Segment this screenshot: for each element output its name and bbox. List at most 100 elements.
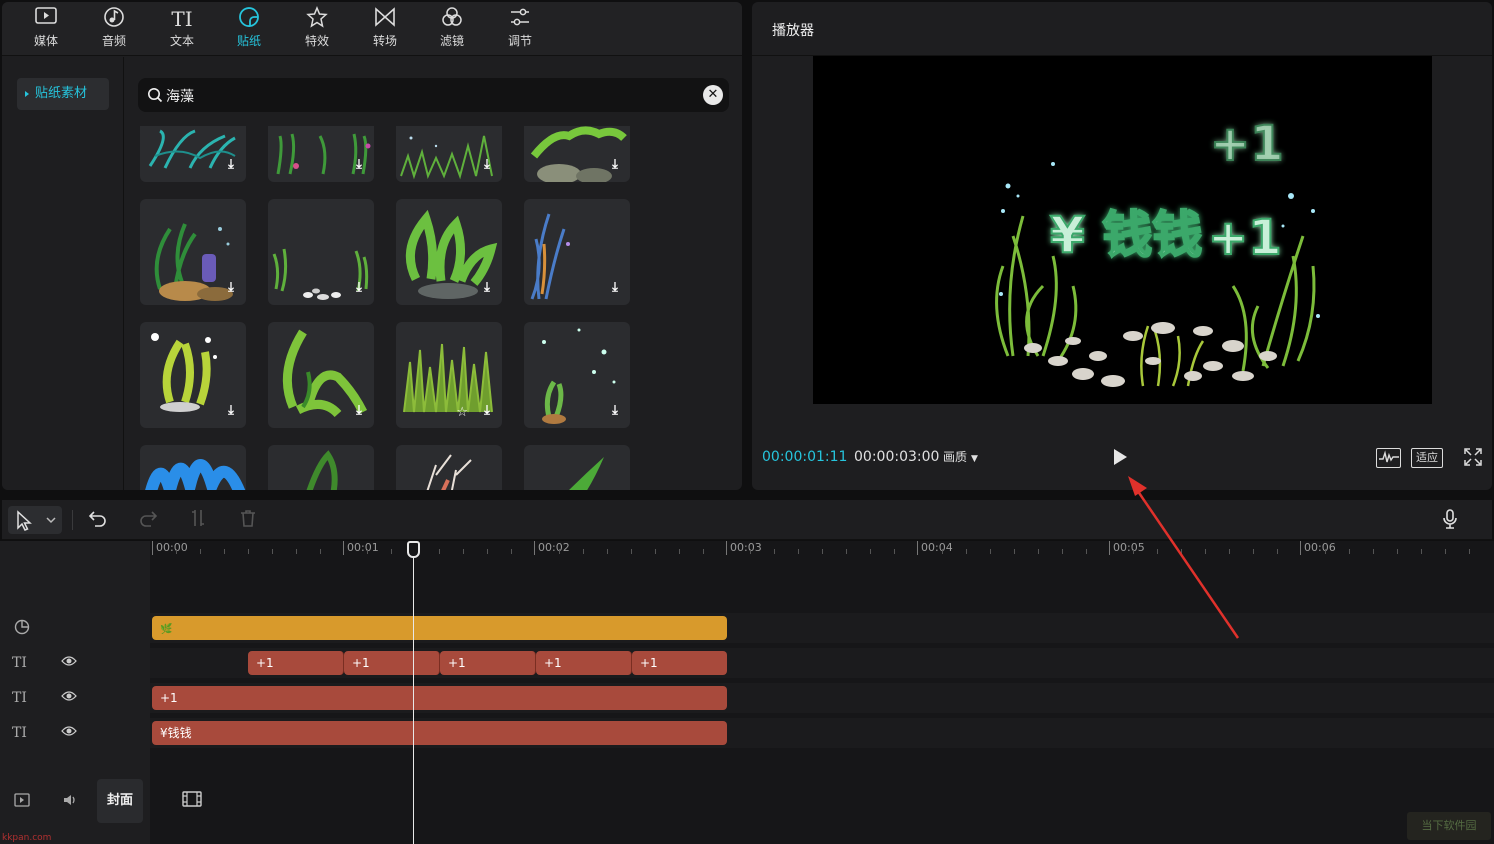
sidebar-item-label: 贴纸素材 <box>35 86 88 101</box>
text-clip[interactable]: +1 <box>248 651 344 675</box>
ruler-minor-tick <box>965 549 967 554</box>
sticker-thumbnail[interactable] <box>524 445 630 490</box>
filter-icon <box>422 6 482 32</box>
playhead[interactable] <box>413 556 414 844</box>
search-input-value[interactable]: 海藻 <box>166 86 194 106</box>
clear-search-icon[interactable]: ✕ <box>703 85 723 105</box>
select-tool[interactable] <box>8 506 62 534</box>
ruler-minor-tick <box>1205 549 1207 554</box>
eye-icon[interactable] <box>61 725 77 741</box>
fit-button[interactable]: 适应 <box>1411 448 1443 468</box>
ruler-minor-tick <box>822 549 824 554</box>
download-icon[interactable]: ⤓ <box>352 404 366 420</box>
text-clip[interactable]: +1 <box>344 651 440 675</box>
ruler-tick <box>534 541 535 555</box>
sticker-thumbnail[interactable]: ⤓ <box>268 126 374 182</box>
preview-canvas[interactable]: ¥ 钱钱 +1 +1 <box>813 56 1432 404</box>
tab-text[interactable]: TI 文本 <box>152 6 212 54</box>
sticker-icon <box>219 6 279 32</box>
ruler-minor-tick <box>989 549 991 554</box>
text-track: ¥钱钱 <box>150 718 1494 748</box>
asset-toolbar: 媒体 音频 TI 文本 贴纸 特效 转场 滤镜 调节 <box>2 2 742 56</box>
fullscreen-button[interactable] <box>1463 448 1483 468</box>
tab-adjust[interactable]: 调节 <box>490 6 550 54</box>
download-icon[interactable]: ⤓ <box>480 158 494 174</box>
watermark-logo: 当下软件园 <box>1407 812 1491 840</box>
download-icon[interactable]: ⤓ <box>608 158 622 174</box>
total-time: 00:00:03:00 <box>854 449 940 465</box>
sticker-thumbnail[interactable]: ⤓ <box>524 322 630 428</box>
sticker-thumbnail[interactable]: ⤓ <box>524 199 630 305</box>
sticker-thumbnail[interactable]: ⤓ <box>524 126 630 182</box>
sidebar-item-sticker-assets[interactable]: 贴纸素材 <box>17 78 109 110</box>
download-icon[interactable]: ⤓ <box>352 281 366 297</box>
sticker-thumbnail[interactable]: ⤓ <box>140 199 246 305</box>
tab-sticker[interactable]: 贴纸 <box>219 6 279 54</box>
ruler-minor-tick <box>1420 549 1422 554</box>
text-clip[interactable]: +1 <box>536 651 632 675</box>
ruler-minor-tick <box>391 549 393 554</box>
search-input[interactable]: 海藻 ✕ <box>138 78 729 112</box>
text-clip[interactable]: +1 <box>440 651 536 675</box>
text-clip[interactable]: +1 <box>632 651 727 675</box>
sticker-sidebar: 贴纸素材 <box>2 57 124 490</box>
eye-icon[interactable] <box>61 690 77 706</box>
tab-filter[interactable]: 滤镜 <box>422 6 482 54</box>
download-icon[interactable]: ⤓ <box>480 281 494 297</box>
eye-icon[interactable] <box>61 655 77 671</box>
favorite-icon[interactable]: ☆ <box>456 406 468 420</box>
download-icon[interactable]: ⤓ <box>224 158 238 174</box>
clip-label: 🌿 <box>160 624 173 635</box>
text-track: +1 <box>150 683 1494 713</box>
download-icon[interactable]: ⤓ <box>480 404 494 420</box>
sticker-thumbnail[interactable] <box>140 445 246 490</box>
waveform-button[interactable] <box>1376 448 1401 468</box>
text-clip[interactable]: +1 <box>152 686 727 710</box>
download-icon[interactable]: ⤓ <box>608 281 622 297</box>
delete-button[interactable] <box>236 508 260 532</box>
sticker-thumbnail[interactable]: ⤓ <box>268 322 374 428</box>
sticker-thumbnail[interactable]: ☆ ⤓ <box>396 322 502 428</box>
sticker-thumbnail[interactable] <box>268 445 374 490</box>
text-icon: TI <box>171 7 193 31</box>
download-icon[interactable]: ⤓ <box>608 404 622 420</box>
ruler-tick <box>1300 541 1301 555</box>
tab-sticker-label: 贴纸 <box>236 34 261 48</box>
text-clip[interactable]: ¥钱钱 <box>152 721 727 745</box>
tab-audio[interactable]: 音频 <box>84 6 144 54</box>
sticker-track-icon <box>14 619 30 639</box>
split-button[interactable] <box>186 508 210 532</box>
sticker-thumbnail[interactable]: ⤓ <box>268 199 374 305</box>
film-icon[interactable] <box>182 791 202 811</box>
ruler-tick <box>1109 541 1110 555</box>
redo-button[interactable] <box>136 508 160 532</box>
sticker-thumbnail[interactable]: ⤓ <box>140 322 246 428</box>
playhead-handle[interactable] <box>407 541 420 558</box>
quality-dropdown[interactable]: 画质 ▼ <box>943 448 978 465</box>
sticker-thumbnail[interactable]: ⤓ <box>140 126 246 182</box>
download-icon[interactable]: ⤓ <box>352 158 366 174</box>
sticker-thumbnail[interactable] <box>396 445 502 490</box>
download-icon[interactable]: ⤓ <box>224 404 238 420</box>
download-icon[interactable]: ⤓ <box>224 281 238 297</box>
main-track-icon <box>14 793 30 811</box>
ruler-minor-tick <box>941 549 943 554</box>
tab-effects[interactable]: 特效 <box>287 6 347 54</box>
play-button[interactable] <box>1114 449 1127 465</box>
tab-transition[interactable]: 转场 <box>355 6 415 54</box>
undo-button[interactable] <box>86 508 110 532</box>
ruler-minor-tick <box>1157 549 1159 554</box>
sticker-thumbnail[interactable]: ⤓ <box>396 126 502 182</box>
volume-icon[interactable] <box>62 793 78 811</box>
quality-label: 画质 <box>943 450 968 464</box>
ruler-label: 00:00 <box>156 541 188 554</box>
ruler-minor-tick <box>271 549 273 554</box>
cover-button[interactable]: 封面 <box>97 779 143 823</box>
record-button[interactable] <box>1438 508 1462 532</box>
tab-effects-label: 特效 <box>304 34 329 48</box>
time-ruler[interactable]: 00:00 00:01 00:02 00:03 00:04 00:05 00:0… <box>150 541 1494 561</box>
ruler-tick <box>152 541 153 555</box>
sticker-clip[interactable]: 🌿 <box>152 616 727 640</box>
sticker-thumbnail[interactable]: ⤓ <box>396 199 502 305</box>
tab-media[interactable]: 媒体 <box>16 6 76 54</box>
